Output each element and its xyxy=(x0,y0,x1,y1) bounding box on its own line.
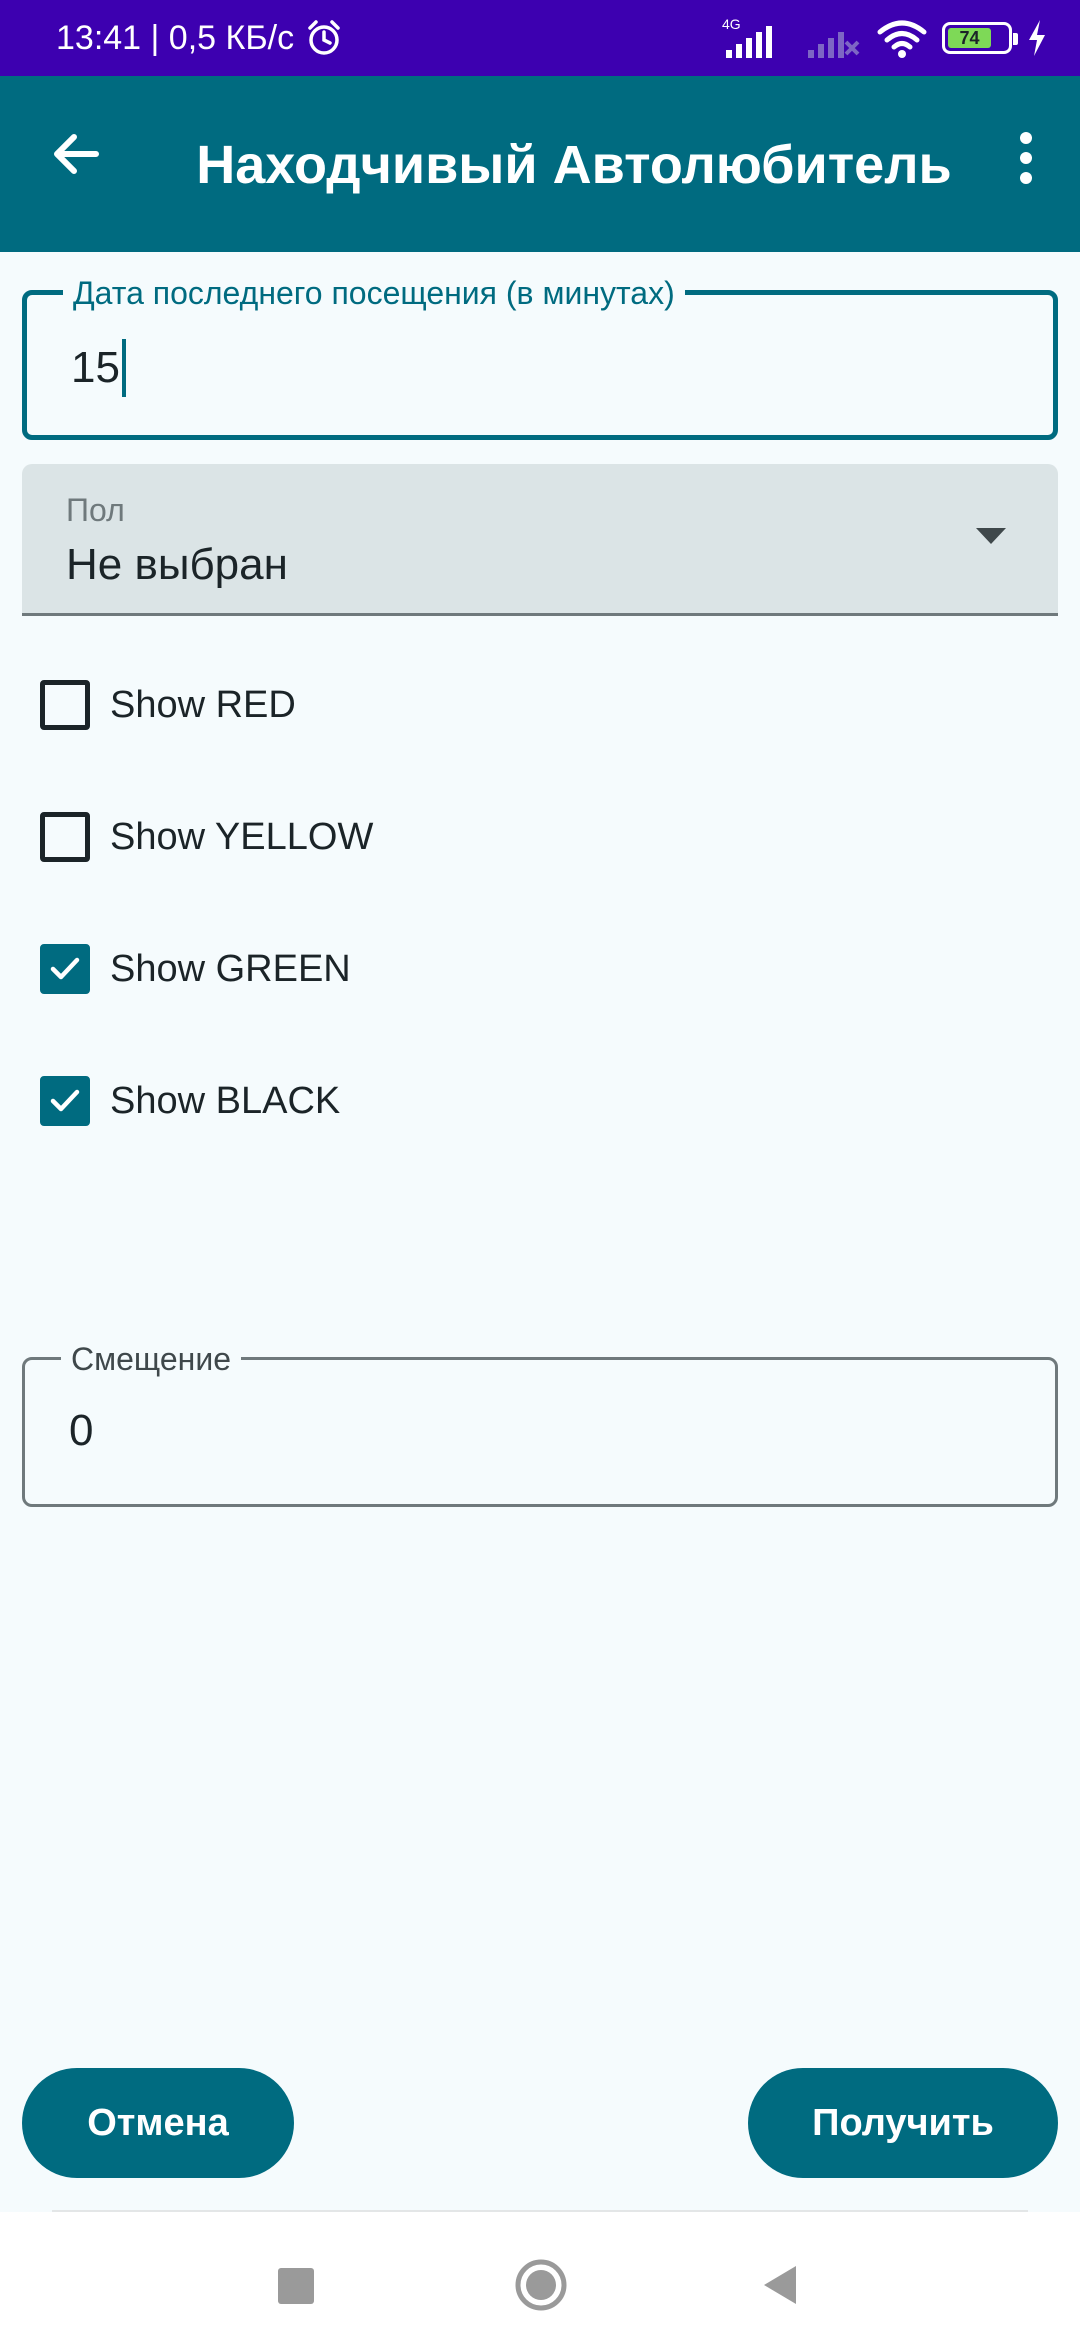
checkbox-label: Show YELLOW xyxy=(110,815,374,858)
gender-label: Пол xyxy=(66,492,125,528)
signal-weak-icon xyxy=(808,32,860,58)
checkbox-show-yellow[interactable]: Show YELLOW xyxy=(40,812,373,862)
checkbox-show-green[interactable]: Show GREEN xyxy=(40,944,351,994)
system-nav-bar xyxy=(0,2212,1080,2340)
gender-value: Не выбран xyxy=(66,540,288,589)
alarm-icon xyxy=(308,20,340,55)
page-title: Находчивый Автолюбитель xyxy=(196,135,952,195)
last-visit-field[interactable]: Дата последнего посещения (в минутах) 15 xyxy=(22,275,1058,440)
checkbox-label: Show BLACK xyxy=(110,1079,341,1122)
wifi-icon xyxy=(877,20,927,58)
checkmark-icon xyxy=(50,957,80,980)
status-time-speed: 13:41 | 0,5 КБ/с xyxy=(56,18,295,57)
status-left: 13:41 | 0,5 КБ/с xyxy=(56,18,344,58)
get-button[interactable]: Получить xyxy=(748,2068,1058,2178)
cancel-button[interactable]: Отмена xyxy=(22,2068,294,2178)
checkbox-box[interactable] xyxy=(40,812,90,862)
battery-level: 74 xyxy=(948,28,991,48)
dropdown-arrow-icon xyxy=(976,528,1006,544)
home-icon[interactable] xyxy=(514,2258,568,2312)
checkmark-icon xyxy=(50,1089,80,1112)
app-bar: Находчивый Автолюбитель xyxy=(0,76,1080,252)
last-visit-label: Дата последнего посещения (в минутах) xyxy=(63,275,685,312)
offset-field[interactable]: Смещение 0 xyxy=(22,1341,1058,1507)
gender-dropdown[interactable]: Пол Не выбран xyxy=(22,464,1058,616)
status-bar: 13:41 | 0,5 КБ/с 4G 74 xyxy=(0,0,1080,76)
checkbox-label: Show RED xyxy=(110,683,296,726)
more-vertical-icon[interactable] xyxy=(1008,126,1044,190)
status-right: 4G 74 xyxy=(722,16,1048,60)
text-caret xyxy=(121,339,126,397)
checkbox-box[interactable] xyxy=(40,680,90,730)
checkbox-show-red[interactable]: Show RED xyxy=(40,680,296,730)
last-visit-value[interactable]: 15 xyxy=(71,339,126,397)
battery-icon: 74 xyxy=(942,22,1018,54)
signal-icon: 4G xyxy=(722,16,792,60)
offset-value[interactable]: 0 xyxy=(69,1406,93,1456)
network-type: 4G xyxy=(722,16,741,32)
checkbox-box[interactable] xyxy=(40,944,90,994)
back-triangle-icon[interactable] xyxy=(762,2264,798,2306)
checkbox-box[interactable] xyxy=(40,1076,90,1126)
last-visit-text: 15 xyxy=(71,343,120,392)
checkbox-show-black[interactable]: Show BLACK xyxy=(40,1076,340,1126)
recents-icon[interactable] xyxy=(278,2268,314,2304)
offset-label: Смещение xyxy=(61,1341,242,1378)
checkbox-label: Show GREEN xyxy=(110,947,351,990)
charging-icon xyxy=(1029,20,1045,56)
